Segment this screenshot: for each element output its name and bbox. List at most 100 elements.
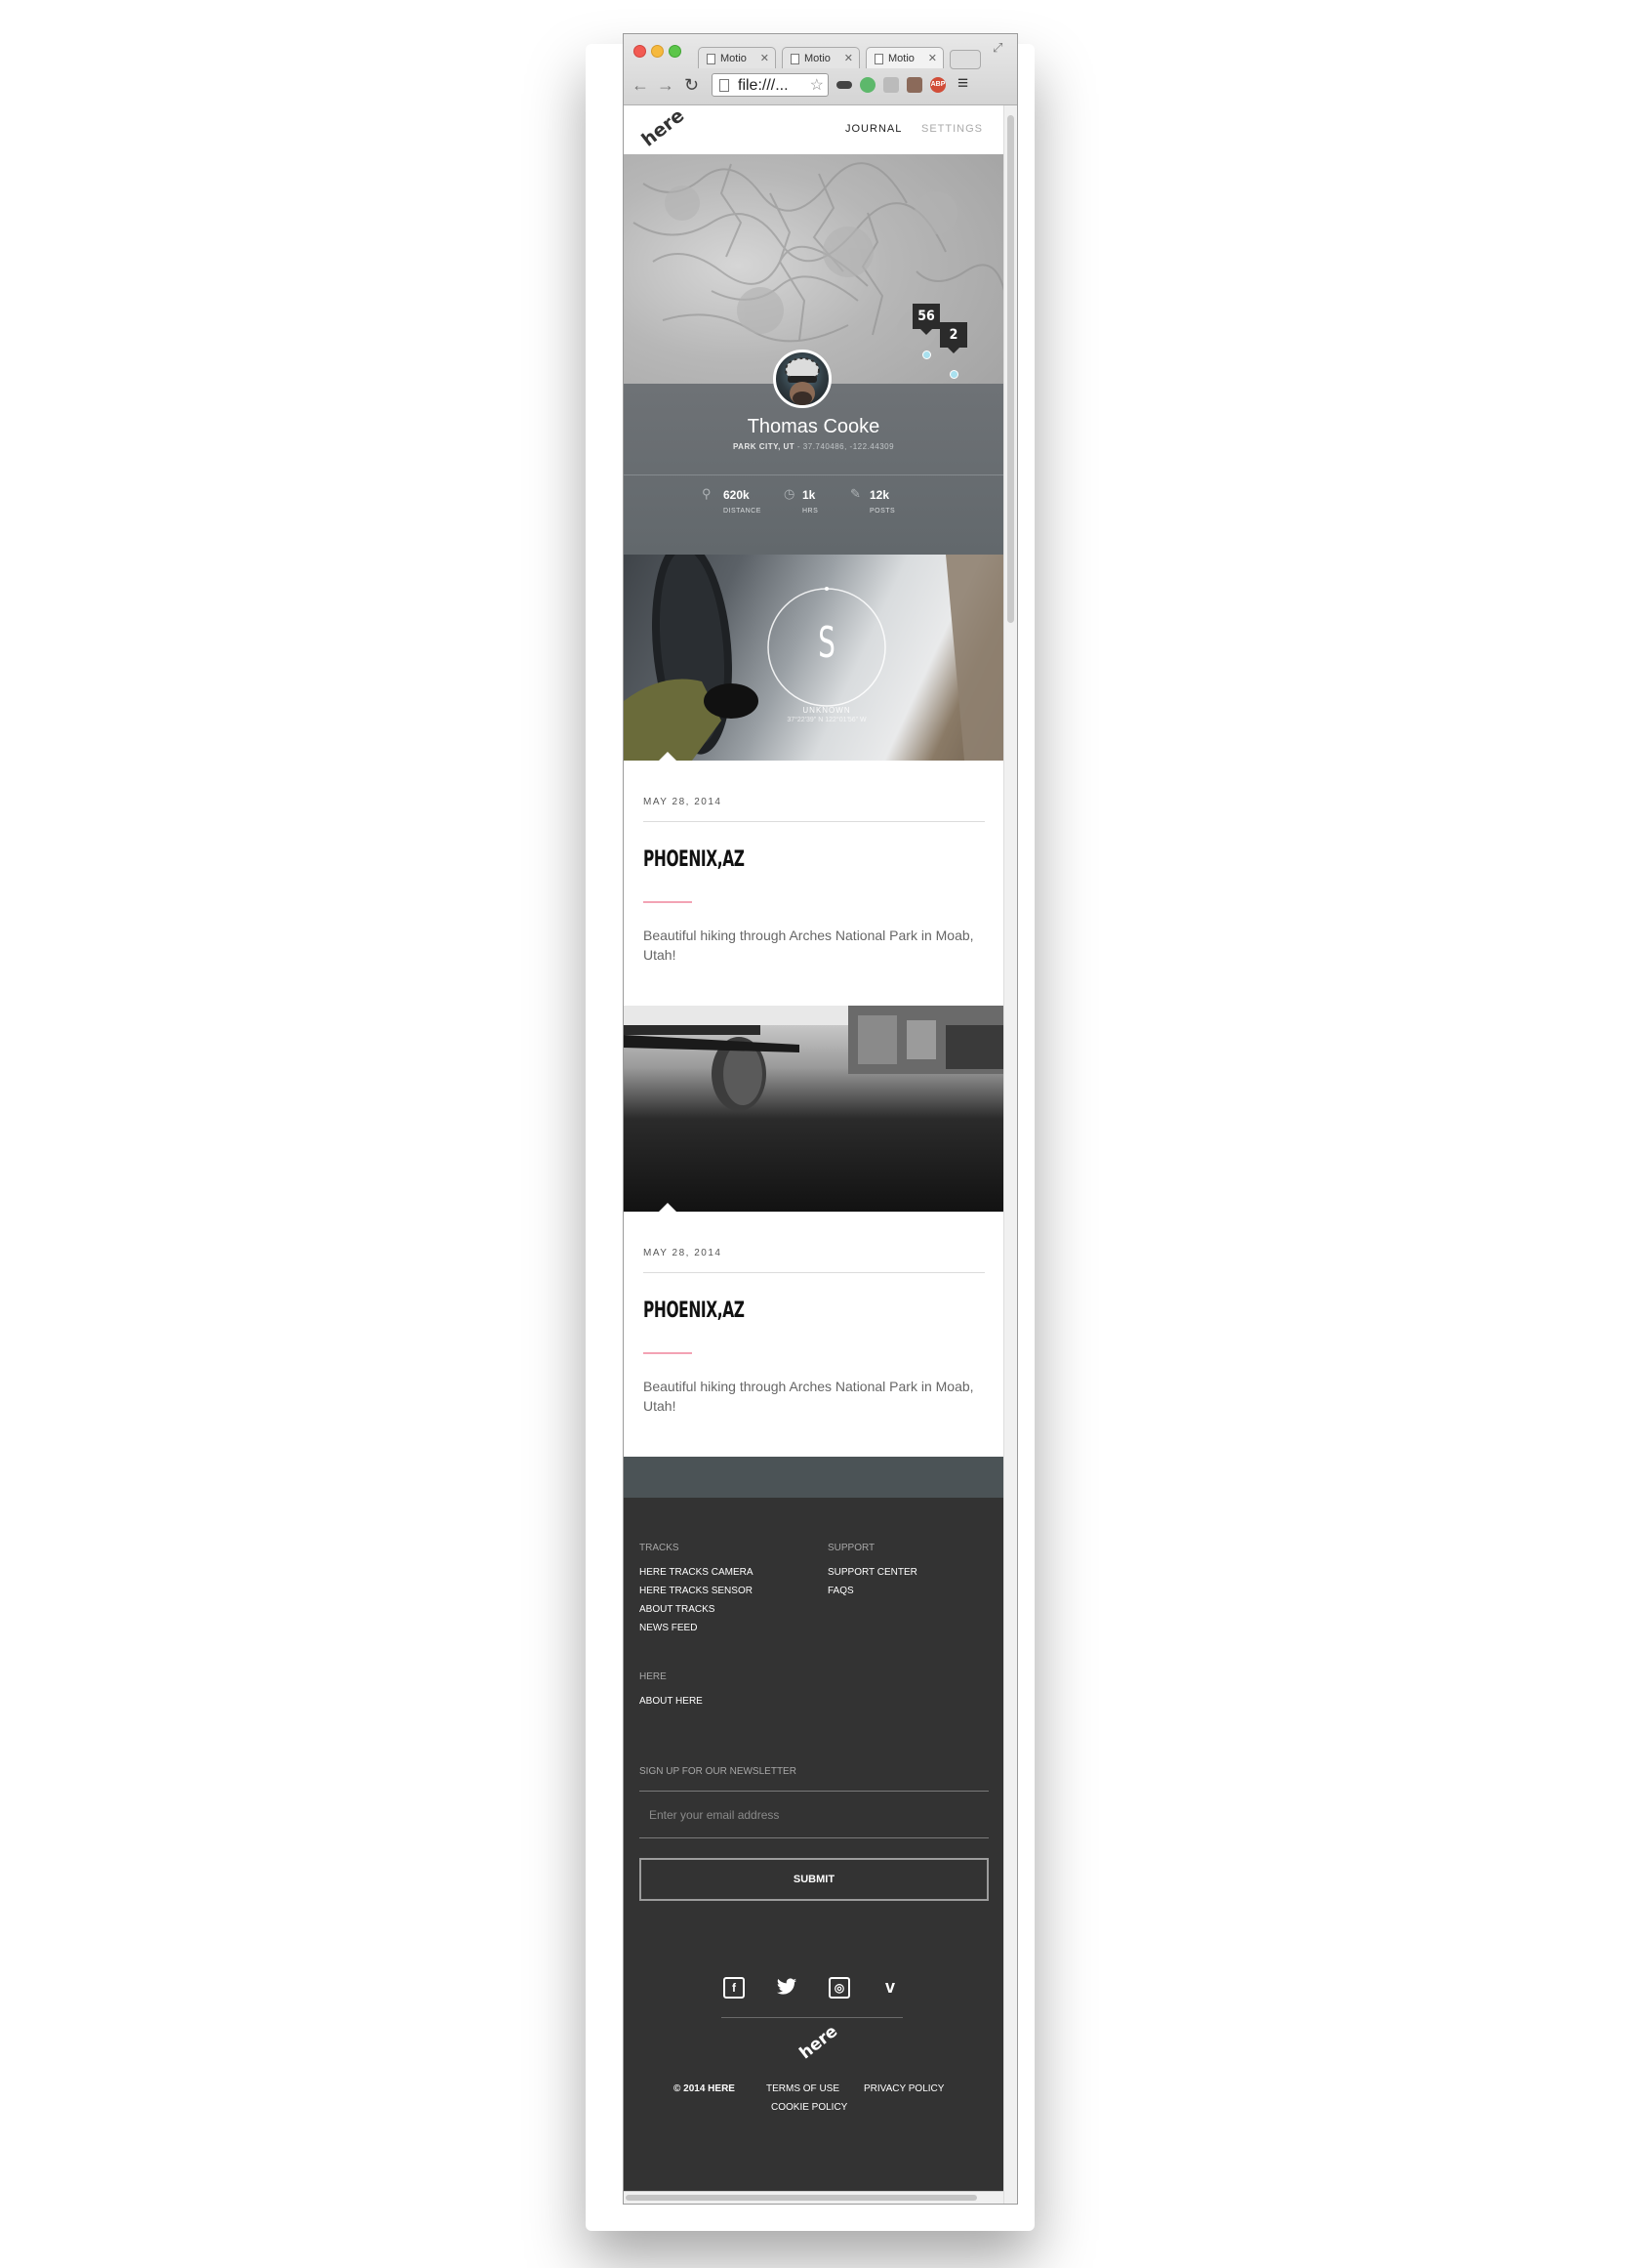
stat-label: POSTS <box>870 508 896 515</box>
copyright: © 2014 HERE <box>673 2083 735 2094</box>
profile-name: Thomas Cooke <box>747 416 880 437</box>
document-icon <box>707 54 715 64</box>
cookie-link[interactable]: COOKIE POLICY <box>771 2102 847 2113</box>
accent-rule <box>643 901 692 903</box>
fullscreen-icon[interactable]: ⤢ <box>993 40 1002 56</box>
newsletter-heading: SIGN UP FOR OUR NEWSLETTER <box>639 1766 796 1777</box>
footer-link[interactable]: ABOUT TRACKS <box>639 1604 714 1615</box>
zoom-window-button[interactable] <box>669 45 681 58</box>
map-cluster-marker[interactable]: 2 <box>940 322 967 353</box>
newsletter-email-input[interactable] <box>639 1793 989 1837</box>
map-pin[interactable] <box>950 370 958 379</box>
stopwatch-icon: ◷ <box>784 486 795 501</box>
stat-posts: ✎ 12k POSTS <box>850 486 938 515</box>
cluster-count: 56 <box>917 309 935 324</box>
bookmark-star-icon[interactable]: ☆ <box>810 74 824 98</box>
map-pin-icon: ⚲ <box>702 486 712 501</box>
compass-place: UNKNOWN <box>802 706 851 715</box>
close-tab-icon[interactable]: ✕ <box>928 48 937 68</box>
vimeo-icon[interactable]: v <box>879 1976 901 1998</box>
post-date: MAY 28, 2014 <box>643 1248 722 1258</box>
horizontal-scrollbar[interactable] <box>624 2191 1003 2204</box>
stat-value: 12k <box>870 488 890 502</box>
map-pin[interactable] <box>922 351 931 359</box>
here-logo[interactable]: here <box>795 2022 841 2064</box>
notepad-extension-icon[interactable] <box>883 77 899 93</box>
profile-divider <box>624 474 1003 475</box>
close-tab-icon[interactable]: ✕ <box>844 48 853 68</box>
nav-journal[interactable]: JOURNAL <box>845 123 902 135</box>
newsletter-rule <box>639 1837 989 1838</box>
terms-link[interactable]: TERMS OF USE <box>766 2083 839 2094</box>
puzzle-extension-icon[interactable] <box>907 77 922 93</box>
here-logo[interactable]: here <box>637 105 688 151</box>
post-title[interactable]: PHOENIX,AZ <box>643 847 745 872</box>
post-pointer <box>659 1203 676 1212</box>
adblock-extension-icon[interactable]: ABP <box>930 77 946 93</box>
document-icon <box>875 54 883 64</box>
new-tab-button[interactable] <box>950 50 981 69</box>
pre-footer-band <box>624 1457 1003 1498</box>
back-icon[interactable]: ← <box>631 75 649 96</box>
post-description: Beautiful hiking through Arches National… <box>643 1379 974 1414</box>
newsletter-submit-button[interactable]: SUBMIT <box>639 1858 989 1901</box>
footer-link[interactable]: SUPPORT CENTER <box>828 1567 917 1578</box>
browser-window: Motio ✕ Motio ✕ Motio ✕ ⤢ ← → ↻ file:///… <box>623 33 1018 2205</box>
close-tab-icon[interactable]: ✕ <box>760 48 769 68</box>
footer-heading-tracks: TRACKS <box>639 1543 679 1553</box>
vertical-scrollbar[interactable] <box>1003 105 1017 2204</box>
browser-tab[interactable]: Motio ✕ <box>698 47 776 68</box>
footer-rule <box>721 2017 903 2018</box>
skateboard-wheel-scene <box>624 1006 1003 1111</box>
footer-link[interactable]: NEWS FEED <box>639 1623 697 1633</box>
glasses-extension-icon[interactable] <box>836 81 852 89</box>
stat-label: DISTANCE <box>723 508 761 515</box>
stat-distance: ⚲ 620k DISTANCE <box>702 486 792 515</box>
footer-heading-here: HERE <box>639 1671 667 1682</box>
close-window-button[interactable] <box>633 45 646 58</box>
accent-rule <box>643 1352 692 1354</box>
cyclist-photo <box>785 357 820 405</box>
privacy-link[interactable]: PRIVACY POLICY <box>864 2083 944 2094</box>
post-divider <box>643 1272 985 1273</box>
stat-value: 1k <box>802 488 816 502</box>
tab-label: Motio <box>804 53 831 64</box>
top-nav: here JOURNAL SETTINGS <box>624 105 1003 155</box>
document-icon <box>791 54 799 64</box>
facebook-icon[interactable]: f <box>723 1977 745 1999</box>
browser-tab-active[interactable]: Motio ✕ <box>866 47 944 68</box>
footer-link[interactable]: HERE TRACKS CAMERA <box>639 1567 753 1578</box>
browser-toolbar: Motio ✕ Motio ✕ Motio ✕ ⤢ ← → ↻ file:///… <box>624 34 1017 105</box>
horizontal-scroll-thumb[interactable] <box>626 2195 977 2201</box>
vertical-scroll-thumb[interactable] <box>1007 115 1014 623</box>
pencil-icon: ✎ <box>850 486 861 501</box>
cluster-count: 2 <box>949 327 958 343</box>
stat-label: HRS <box>802 508 819 515</box>
footer-link[interactable]: FAQS <box>828 1586 854 1596</box>
menu-icon[interactable]: ≡ <box>957 73 968 95</box>
leaf-extension-icon[interactable] <box>860 77 876 93</box>
post-photo[interactable]: S UNKNOWN 37°22'39" N 122°01'56" W <box>624 555 1003 761</box>
twitter-icon[interactable] <box>776 1976 797 1998</box>
footer-link[interactable]: HERE TRACKS SENSOR <box>639 1586 753 1596</box>
footer-link[interactable]: ABOUT HERE <box>639 1696 703 1707</box>
compass-coords: 37°22'39" N 122°01'56" W <box>787 717 867 723</box>
nav-settings[interactable]: SETTINGS <box>921 123 983 135</box>
page-viewport: here JOURNAL SETTINGS 56 2 Thomas Cooke … <box>624 105 1003 2204</box>
address-bar[interactable]: file:///... ☆ <box>712 73 829 97</box>
profile-band <box>624 384 1003 555</box>
minimize-window-button[interactable] <box>651 45 664 58</box>
forward-icon[interactable]: → <box>657 75 674 96</box>
footer-heading-support: SUPPORT <box>828 1543 876 1553</box>
map-cluster-marker[interactable]: 56 <box>913 304 940 335</box>
post-divider <box>643 821 985 822</box>
post-photo[interactable] <box>624 1006 1003 1212</box>
page-icon <box>719 79 729 92</box>
avatar[interactable] <box>773 350 832 408</box>
tab-label: Motio <box>720 53 747 64</box>
profile-location: PARK CITY, UT - 37.740486, -122.44309 <box>624 442 1003 451</box>
reload-icon[interactable]: ↻ <box>684 75 699 96</box>
browser-tab[interactable]: Motio ✕ <box>782 47 860 68</box>
post-title[interactable]: PHOENIX,AZ <box>643 1299 745 1323</box>
instagram-icon[interactable]: ◎ <box>829 1977 850 1999</box>
